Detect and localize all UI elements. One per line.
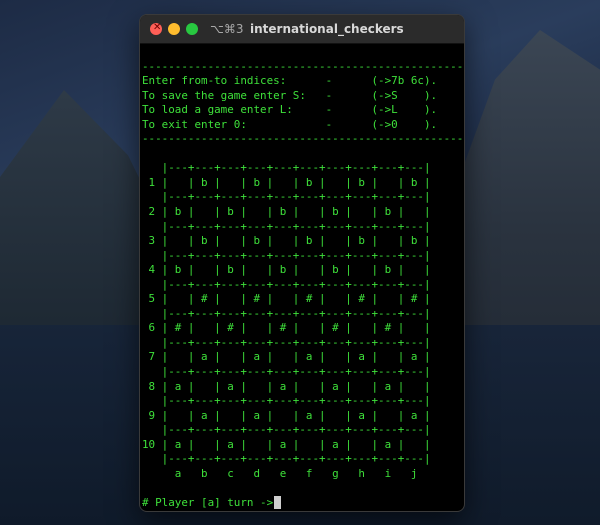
terminal-line: a b c d e f g h i j [142,466,418,480]
minimize-button[interactable] [168,23,180,35]
terminal-line: 6 | # | | # | | # | | # | | # | | [142,321,431,335]
window-titlebar[interactable]: ✕ ⌥⌘3 international_checkers [140,15,464,44]
terminal-prompt-row[interactable]: # Player [a] turn -> [142,496,282,509]
terminal-line: ----------------------------------------… [142,132,464,146]
terminal-line: |---+---+---+---+---+---+---+---+---+---… [142,423,431,437]
window-title: international_checkers [250,22,404,36]
terminal-line: To save the game enter S: - (->S ). [142,88,438,102]
terminal-line: 10 | a | | a | | a | | a | | a | | [142,437,431,451]
zoom-button[interactable] [186,23,198,35]
terminal-line: |---+---+---+---+---+---+---+---+---+---… [142,277,431,291]
terminal-line: 5 | | # | | # | | # | | # | | # | [142,292,431,306]
terminal-line: |---+---+---+---+---+---+---+---+---+---… [142,190,431,204]
terminal-line: |---+---+---+---+---+---+---+---+---+---… [142,335,431,349]
terminal-line: |---+---+---+---+---+---+---+---+---+---… [142,394,431,408]
terminal-line: |---+---+---+---+---+---+---+---+---+---… [142,365,431,379]
terminal-line: |---+---+---+---+---+---+---+---+---+---… [142,248,431,262]
terminal-line: To exit enter 0: - (->0 ). [142,117,438,131]
terminal-line: |---+---+---+---+---+---+---+---+---+---… [142,306,431,320]
terminal-line: ----------------------------------------… [142,59,464,73]
terminal-line: 8 | a | | a | | a | | a | | a | | [142,379,431,393]
terminal-line: 2 | b | | b | | b | | b | | b | | [142,205,431,219]
terminal-output[interactable]: ----------------------------------------… [142,45,464,511]
player-turn-prompt: # Player [a] turn -> [142,496,274,509]
terminal-line: 1 | | b | | b | | b | | b | | b | [142,175,431,189]
terminal-line: 4 | b | | b | | b | | b | | b | | [142,263,431,277]
terminal-window: ✕ ⌥⌘3 international_checkers -----------… [139,14,465,512]
window-shortcut: ⌥⌘3 [210,22,244,36]
terminal-line: 3 | | b | | b | | b | | b | | b | [142,234,431,248]
close-icon: ✕ [153,22,162,33]
close-button[interactable]: ✕ [150,22,162,35]
terminal-line: 9 | | a | | a | | a | | a | | a | [142,408,431,422]
terminal-line: |---+---+---+---+---+---+---+---+---+---… [142,219,431,233]
terminal-line: 7 | | a | | a | | a | | a | | a | [142,350,431,364]
terminal-line: Enter from-to indices: - (->7b 6c). [142,74,438,88]
terminal-line: |---+---+---+---+---+---+---+---+---+---… [142,161,431,175]
terminal-line: |---+---+---+---+---+---+---+---+---+---… [142,452,431,466]
terminal-line: To load a game enter L: - (->L ). [142,103,438,117]
text-cursor [274,496,282,509]
